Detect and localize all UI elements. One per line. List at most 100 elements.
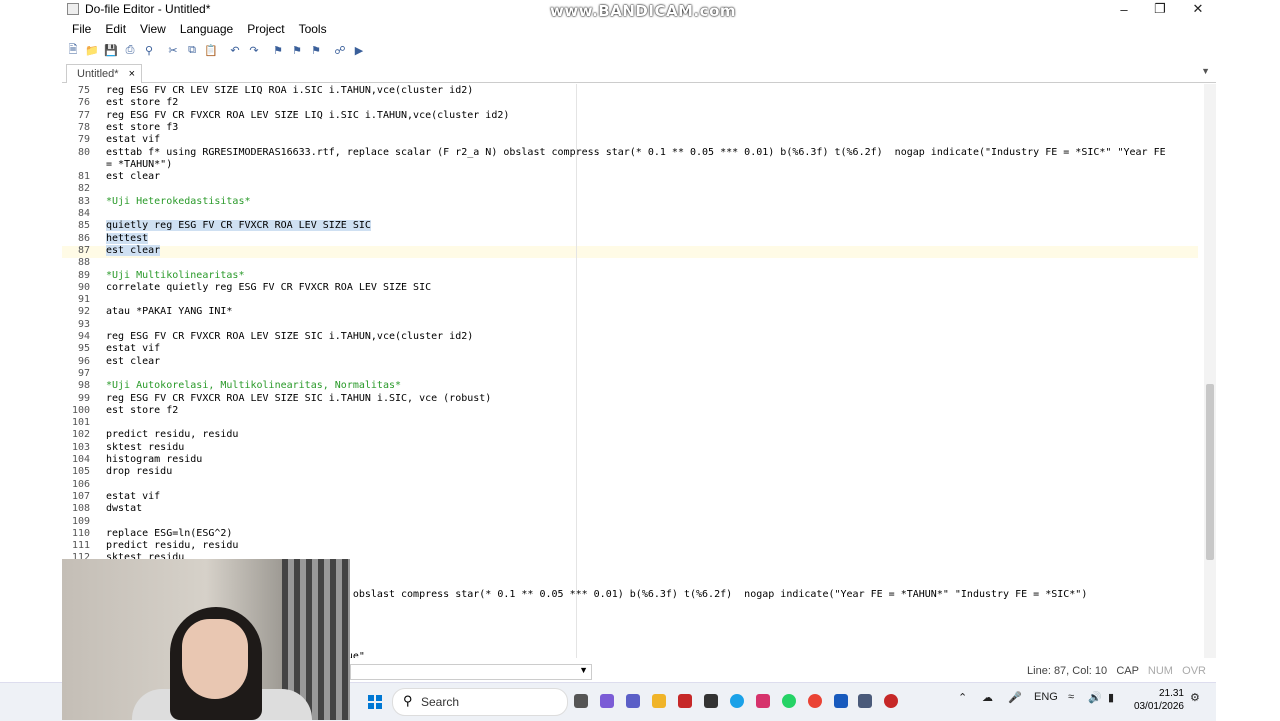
code-line[interactable]: est store f3 (106, 122, 178, 134)
tab-list-icon[interactable]: ▼ (1201, 66, 1210, 76)
line-number: 81 (77, 171, 90, 183)
chrome-icon[interactable] (808, 694, 822, 708)
open-folder-icon[interactable]: 📁 (84, 42, 100, 58)
code-line-text: drop residu (106, 466, 173, 478)
app-icon-dark[interactable] (704, 694, 718, 708)
line-number: 82 (77, 183, 90, 195)
menu-edit[interactable]: Edit (105, 22, 126, 36)
code-line[interactable]: est store f2 (106, 97, 178, 109)
minimize-icon[interactable]: – (1106, 0, 1142, 18)
code-line[interactable]: est store f2 (106, 405, 178, 417)
code-line[interactable]: estat vif (106, 491, 160, 503)
bookmark-toggle-icon[interactable]: ⚑ (270, 42, 286, 58)
code-line[interactable]: histogram residu (106, 454, 202, 466)
code-line[interactable]: est clear (106, 356, 160, 368)
whatsapp-icon[interactable] (782, 694, 796, 708)
teams-icon[interactable] (626, 694, 640, 708)
code-line[interactable]: *Uji Autokorelasi, Multikolinearitas, No… (106, 380, 401, 392)
code-line-text: est clear (106, 244, 161, 256)
settings-icon[interactable]: ⚙ (1190, 691, 1200, 704)
clock[interactable]: 21.31 03/01/2026 (1132, 687, 1184, 713)
code-line[interactable]: replace ESG=ln(ESG^2) (106, 528, 232, 540)
app-icon-red[interactable] (678, 694, 692, 708)
code-line[interactable]: *Uji Heterokedastisitas* (106, 196, 251, 208)
task-view-icon[interactable] (574, 694, 588, 708)
taskbar-search[interactable]: ⚲ Search (392, 688, 568, 716)
wifi-icon[interactable]: ≈ (1068, 691, 1074, 703)
line-number: 93 (77, 318, 90, 330)
menu-tools[interactable]: Tools (299, 22, 327, 36)
code-line[interactable]: *Uji Multikolinearitas* (106, 270, 244, 282)
bookmark-prev-icon[interactable]: ⚑ (289, 42, 305, 58)
chevron-up-icon[interactable]: ⌃ (958, 691, 967, 704)
code-line[interactable]: = *TAHUN*") (106, 159, 172, 171)
code-line[interactable]: correlate quietly reg ESG FV CR FVXCR RO… (106, 282, 431, 294)
stata-icon[interactable] (858, 694, 872, 708)
language-indicator[interactable]: ENG (1034, 691, 1058, 703)
copy-icon[interactable]: ⧉ (184, 42, 200, 58)
instagram-icon[interactable] (756, 694, 770, 708)
code-line[interactable]: predict residu, residu (106, 429, 238, 441)
file-explorer-icon[interactable] (652, 694, 666, 708)
code-line[interactable]: reg ESG FV CR FVXCR ROA LEV SIZE SIC i.T… (106, 393, 491, 405)
bookmark-next-icon[interactable]: ⚑ (308, 42, 324, 58)
tab-untitled[interactable]: Untitled* × (66, 64, 142, 83)
code-line[interactable]: predict residu, residu (106, 540, 238, 552)
save-icon[interactable]: 💾 (103, 42, 119, 58)
line-number: 98 (77, 380, 90, 392)
edge-icon[interactable] (730, 694, 744, 708)
code-line[interactable]: estat vif (106, 134, 160, 146)
code-line[interactable]: esttab f* using RGRESIMODERAS16633.rtf, … (106, 147, 1166, 159)
vertical-scrollbar[interactable] (1204, 84, 1216, 658)
goto-combo[interactable]: ▼ (350, 664, 592, 680)
close-icon[interactable]: ✕ (1180, 0, 1216, 18)
cursor-position: Line: 87, Col: 10 (1027, 665, 1108, 677)
line-number: 94 (77, 331, 90, 342)
speaker-icon[interactable]: 🔊 (1088, 691, 1102, 704)
code-line[interactable]: reg ESG FV CR FVXCR ROA LEV SIZE SIC i.T… (106, 331, 473, 343)
search-icon: ⚲ (403, 693, 413, 708)
code-line-text: reg ESG FV CR FVXCR ROA LEV SIZE LIQ i.S… (106, 109, 510, 121)
windows-start-icon[interactable] (368, 695, 382, 709)
code-line[interactable]: sktest residu (106, 442, 184, 454)
show-file-icon[interactable]: ☍ (332, 42, 348, 58)
microphone-icon[interactable]: 🎤 (1008, 691, 1022, 704)
undo-icon[interactable]: ↶ (227, 42, 243, 58)
menu-view[interactable]: View (140, 22, 166, 36)
scrollbar-thumb[interactable] (1206, 384, 1214, 560)
code-line[interactable]: est clear (106, 244, 161, 257)
line-number: 88 (77, 257, 90, 269)
battery-icon[interactable]: ▮ (1108, 691, 1114, 704)
code-line[interactable]: drop residu (106, 466, 172, 478)
app-icon-1[interactable] (600, 694, 614, 708)
code-line[interactable]: reg ESG FV CR FVXCR ROA LEV SIZE LIQ i.S… (106, 110, 509, 122)
code-line[interactable]: hettest (106, 232, 149, 245)
menu-language[interactable]: Language (180, 22, 233, 36)
redo-icon[interactable]: ↷ (246, 42, 262, 58)
line-number: 106 (71, 478, 90, 490)
word-icon[interactable] (834, 694, 848, 708)
code-line[interactable]: atau *PAKAI YANG INI* (106, 306, 232, 318)
print-icon[interactable]: ⎙ (122, 42, 138, 58)
menu-file[interactable]: File (72, 22, 91, 36)
code-line[interactable]: est clear (106, 171, 160, 183)
code-line-text: reg ESG FV CR FVXCR ROA LEV SIZE SIC i.T… (106, 392, 492, 404)
code-line[interactable]: quietly reg ESG FV CR FVXCR ROA LEV SIZE… (106, 220, 371, 232)
maximize-icon[interactable]: ❐ (1142, 0, 1178, 18)
tab-close-icon[interactable]: × (129, 68, 135, 80)
cut-icon[interactable]: ✂ (165, 42, 181, 58)
bandicam-icon[interactable] (884, 694, 898, 708)
code-line[interactable]: reg ESG FV CR LEV SIZE LIQ ROA i.SIC i.T… (106, 85, 473, 97)
new-file-icon[interactable]: 🗎 (65, 42, 81, 58)
code-line[interactable]: estat vif (106, 343, 160, 355)
line-number: 86 (77, 232, 90, 244)
onedrive-icon[interactable]: ☁ (982, 691, 993, 704)
menu-project[interactable]: Project (247, 22, 284, 36)
tab-bar: Untitled* × ▼ (62, 62, 1216, 83)
find-icon[interactable]: ⚲ (141, 42, 157, 58)
paste-icon[interactable]: 📋 (203, 42, 219, 58)
line-number: 100 (71, 404, 90, 416)
search-label: Search (421, 695, 460, 709)
code-line[interactable]: dwstat (106, 503, 142, 515)
execute-icon[interactable]: ▶ (351, 42, 367, 58)
